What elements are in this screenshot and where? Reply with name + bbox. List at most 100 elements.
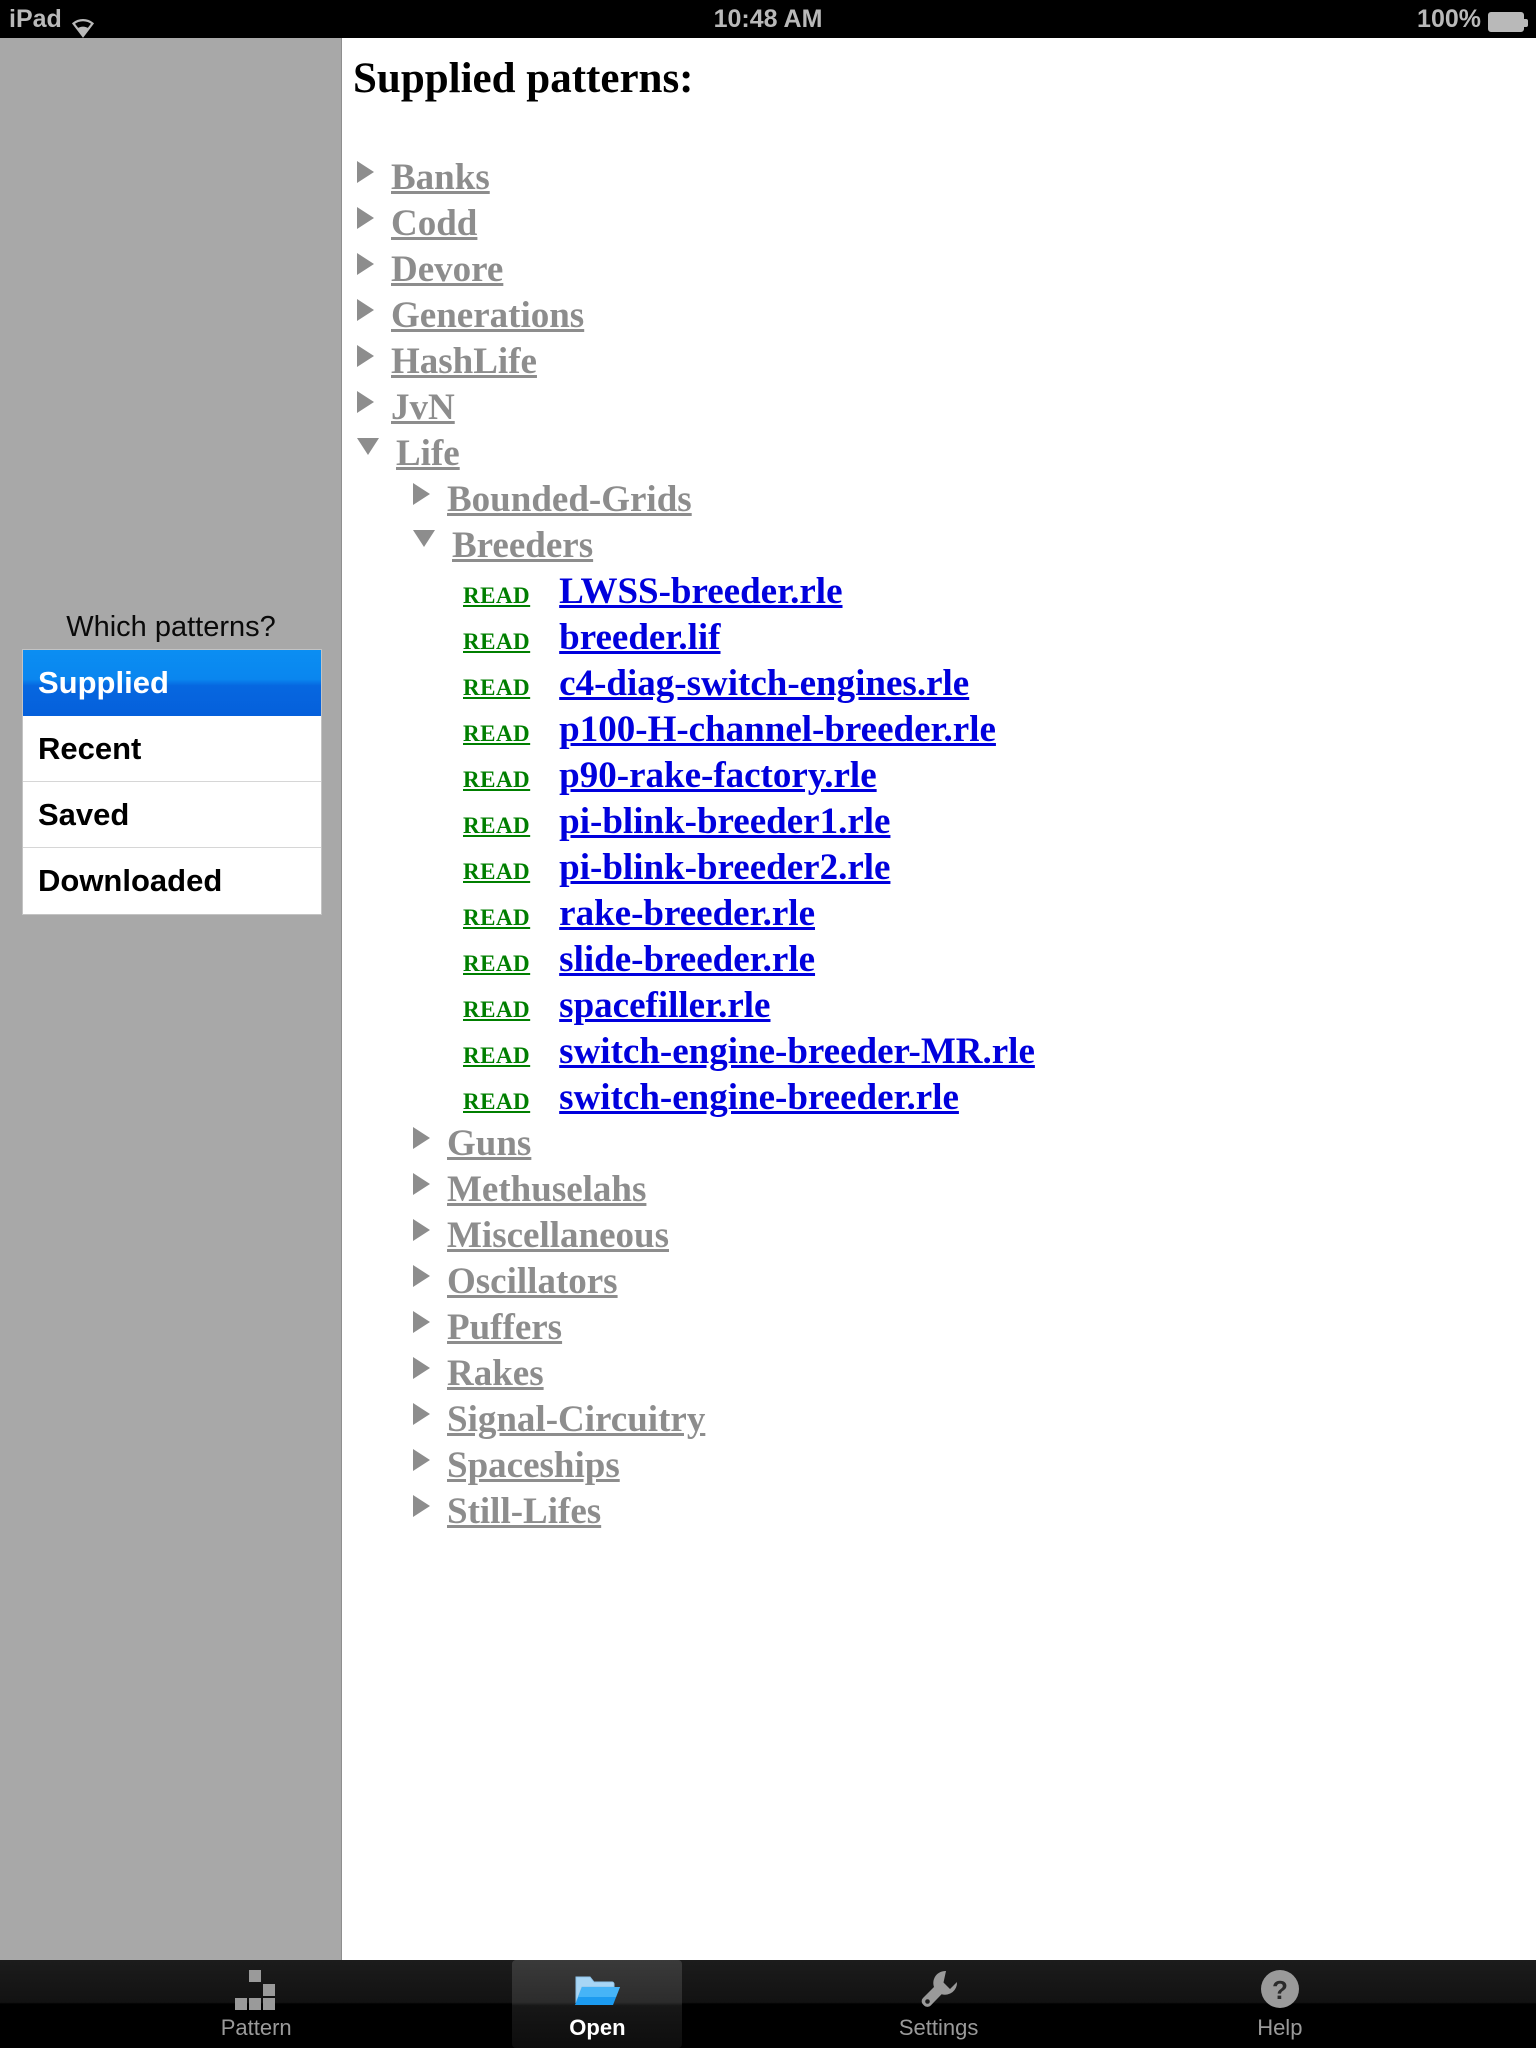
pattern-file-link[interactable]: spacefiller.rle	[559, 984, 770, 1027]
tree-file-row[interactable]: READ pi-blink-breeder2.rle	[343, 846, 1536, 892]
pattern-file-link[interactable]: p100-H-channel-breeder.rle	[559, 708, 996, 751]
pattern-source-downloaded[interactable]: Downloaded	[23, 848, 321, 914]
tree-folder-guns[interactable]: Guns	[343, 1122, 1536, 1168]
pattern-source-supplied[interactable]: Supplied	[23, 650, 321, 716]
folder-link-label[interactable]: Methuselahs	[447, 1168, 646, 1211]
read-link[interactable]: READ	[463, 1043, 530, 1069]
folder-link-label[interactable]: Bounded-Grids	[447, 478, 692, 521]
folder-link-label[interactable]: Oscillators	[447, 1260, 618, 1303]
tree-folder-oscillators[interactable]: Oscillators	[343, 1260, 1536, 1306]
tree-file-row[interactable]: READ breeder.lif	[343, 616, 1536, 662]
triangle-right-icon[interactable]	[413, 1495, 430, 1517]
read-link[interactable]: READ	[463, 813, 530, 839]
triangle-right-icon[interactable]	[413, 1403, 430, 1425]
tree-folder-generations[interactable]: Generations	[343, 294, 1536, 340]
pattern-tree-panel[interactable]: Supplied patterns: Banks Codd Devore Genera…	[343, 38, 1536, 1960]
pattern-file-link[interactable]: p90-rake-factory.rle	[559, 754, 876, 797]
tab-pattern[interactable]: Pattern	[171, 1960, 341, 2048]
read-link[interactable]: READ	[463, 721, 530, 747]
tab-help[interactable]: ? Help	[1195, 1960, 1365, 2048]
tree-folder-puffers[interactable]: Puffers	[343, 1306, 1536, 1352]
triangle-right-icon[interactable]	[413, 1357, 430, 1379]
tree-folder-rakes[interactable]: Rakes	[343, 1352, 1536, 1398]
tree-file-row[interactable]: READ LWSS-breeder.rle	[343, 570, 1536, 616]
triangle-down-icon[interactable]	[357, 438, 379, 455]
pattern-file-link[interactable]: slide-breeder.rle	[559, 938, 815, 981]
tree-folder-hashlife[interactable]: HashLife	[343, 340, 1536, 386]
folder-link-label[interactable]: Devore	[391, 248, 503, 291]
tree-file-row[interactable]: READ pi-blink-breeder1.rle	[343, 800, 1536, 846]
tree-file-row[interactable]: READ p90-rake-factory.rle	[343, 754, 1536, 800]
folder-link-label[interactable]: Still-Lifes	[447, 1490, 601, 1533]
folder-link-label[interactable]: Puffers	[447, 1306, 562, 1349]
tree-folder-spaceships[interactable]: Spaceships	[343, 1444, 1536, 1490]
triangle-right-icon[interactable]	[413, 1219, 430, 1241]
tree-file-row[interactable]: READ switch-engine-breeder-MR.rle	[343, 1030, 1536, 1076]
triangle-right-icon[interactable]	[357, 207, 374, 229]
tree-file-row[interactable]: READ c4-diag-switch-engines.rle	[343, 662, 1536, 708]
pattern-file-link[interactable]: LWSS-breeder.rle	[559, 570, 842, 613]
folder-link-label[interactable]: Life	[396, 432, 460, 475]
pattern-file-link[interactable]: switch-engine-breeder-MR.rle	[559, 1030, 1035, 1073]
folder-link-label[interactable]: Signal-Circuitry	[447, 1398, 705, 1441]
pattern-source-recent[interactable]: Recent	[23, 716, 321, 782]
folder-link-label[interactable]: Codd	[391, 202, 477, 245]
read-link[interactable]: READ	[463, 629, 530, 655]
tab-settings[interactable]: Settings	[854, 1960, 1024, 2048]
folder-link-label[interactable]: JvN	[391, 386, 455, 429]
triangle-right-icon[interactable]	[357, 299, 374, 321]
folder-link-label[interactable]: Banks	[391, 156, 490, 199]
triangle-right-icon[interactable]	[413, 1311, 430, 1333]
pattern-file-link[interactable]: c4-diag-switch-engines.rle	[559, 662, 969, 705]
triangle-right-icon[interactable]	[357, 253, 374, 275]
tree-folder-signal-circuitry[interactable]: Signal-Circuitry	[343, 1398, 1536, 1444]
tree-folder-breeders[interactable]: Breeders	[343, 524, 1536, 570]
triangle-right-icon[interactable]	[413, 1265, 430, 1287]
tree-file-row[interactable]: READ rake-breeder.rle	[343, 892, 1536, 938]
triangle-right-icon[interactable]	[413, 1449, 430, 1471]
read-link[interactable]: READ	[463, 767, 530, 793]
read-link[interactable]: READ	[463, 1089, 530, 1115]
folder-link-label[interactable]: Miscellaneous	[447, 1214, 669, 1257]
pattern-file-link[interactable]: pi-blink-breeder2.rle	[559, 846, 890, 889]
folder-link-label[interactable]: Spaceships	[447, 1444, 620, 1487]
tree-folder-still-lifes[interactable]: Still-Lifes	[343, 1490, 1536, 1536]
read-link[interactable]: READ	[463, 859, 530, 885]
folder-link-label[interactable]: HashLife	[391, 340, 537, 383]
tree-folder-codd[interactable]: Codd	[343, 202, 1536, 248]
tree-folder-life[interactable]: Life	[343, 432, 1536, 478]
pattern-source-list[interactable]: Supplied Recent Saved Downloaded	[22, 649, 322, 915]
triangle-right-icon[interactable]	[413, 1173, 430, 1195]
tree-folder-miscellaneous[interactable]: Miscellaneous	[343, 1214, 1536, 1260]
folder-link-label[interactable]: Breeders	[452, 524, 593, 567]
folder-link-label[interactable]: Generations	[391, 294, 584, 337]
tree-folder-methuselahs[interactable]: Methuselahs	[343, 1168, 1536, 1214]
triangle-down-icon[interactable]	[413, 530, 435, 547]
triangle-right-icon[interactable]	[413, 483, 430, 505]
tree-file-row[interactable]: READ spacefiller.rle	[343, 984, 1536, 1030]
triangle-right-icon[interactable]	[357, 345, 374, 367]
pattern-tree[interactable]: Banks Codd Devore Generations HashLife JvN Lif…	[343, 156, 1536, 1536]
tree-file-row[interactable]: READ p100-H-channel-breeder.rle	[343, 708, 1536, 754]
read-link[interactable]: READ	[463, 905, 530, 931]
triangle-right-icon[interactable]	[413, 1127, 430, 1149]
tree-file-row[interactable]: READ slide-breeder.rle	[343, 938, 1536, 984]
triangle-right-icon[interactable]	[357, 391, 374, 413]
tab-bar[interactable]: Pattern Open Settings ? Help	[0, 1960, 1536, 2048]
tree-folder-banks[interactable]: Banks	[343, 156, 1536, 202]
read-link[interactable]: READ	[463, 583, 530, 609]
tree-folder-jvn[interactable]: JvN	[343, 386, 1536, 432]
tree-file-row[interactable]: READ switch-engine-breeder.rle	[343, 1076, 1536, 1122]
pattern-file-link[interactable]: breeder.lif	[559, 616, 720, 659]
tab-open[interactable]: Open	[512, 1960, 683, 2048]
triangle-right-icon[interactable]	[357, 161, 374, 183]
pattern-file-link[interactable]: rake-breeder.rle	[559, 892, 815, 935]
tree-folder-devore[interactable]: Devore	[343, 248, 1536, 294]
tree-folder-bounded-grids[interactable]: Bounded-Grids	[343, 478, 1536, 524]
pattern-file-link[interactable]: switch-engine-breeder.rle	[559, 1076, 959, 1119]
pattern-file-link[interactable]: pi-blink-breeder1.rle	[559, 800, 890, 843]
read-link[interactable]: READ	[463, 951, 530, 977]
read-link[interactable]: READ	[463, 997, 530, 1023]
pattern-source-saved[interactable]: Saved	[23, 782, 321, 848]
folder-link-label[interactable]: Rakes	[447, 1352, 544, 1395]
